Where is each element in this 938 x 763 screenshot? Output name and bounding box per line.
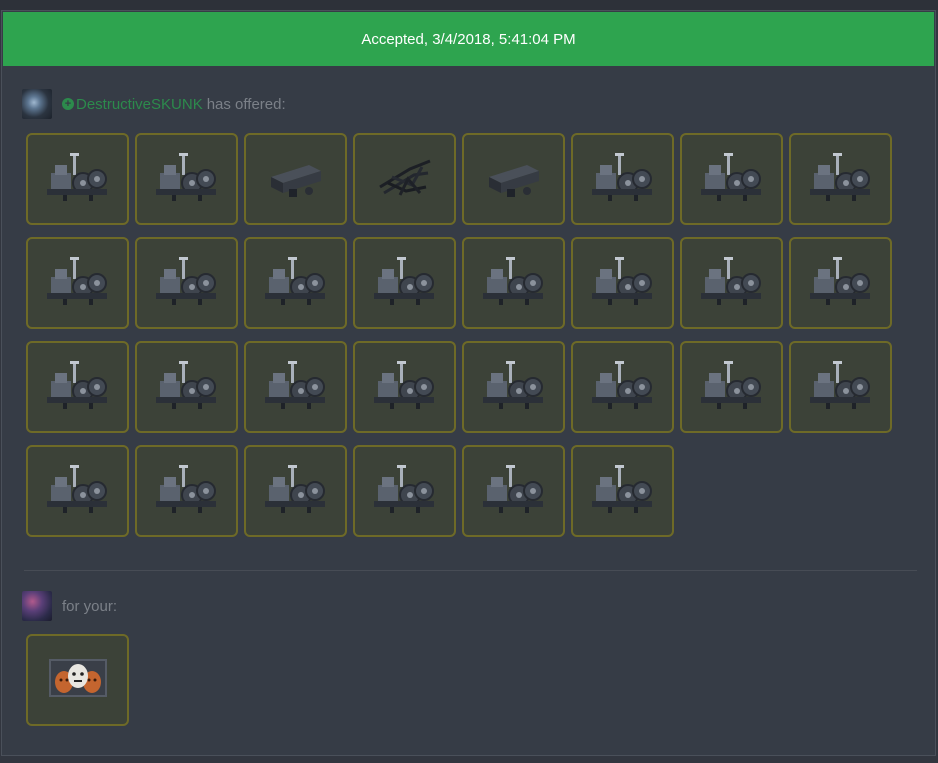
offered-item-tile[interactable] [571, 445, 674, 537]
gearbox-icon [43, 355, 113, 420]
offered-item-tile[interactable] [135, 445, 238, 537]
gearbox-icon [152, 251, 222, 316]
gearbox-icon [370, 459, 440, 524]
gearbox-icon [43, 251, 113, 316]
section-divider [24, 570, 917, 571]
status-text: Accepted, 3/4/2018, 5:41:04 PM [361, 30, 576, 48]
offered-item-tile[interactable] [244, 237, 347, 329]
gearbox-icon [370, 251, 440, 316]
gearbox-icon [261, 355, 331, 420]
offered-item-tile[interactable] [789, 341, 892, 433]
offered-item-tile[interactable] [571, 341, 674, 433]
top-strip [0, 0, 938, 10]
offered-item-tile[interactable] [462, 445, 565, 537]
offered-item-tile[interactable] [135, 133, 238, 225]
offered-item-tile[interactable] [244, 133, 347, 225]
offered-item-tile[interactable] [135, 237, 238, 329]
trade-panel: Accepted, 3/4/2018, 5:41:04 PM + Destruc… [1, 10, 936, 756]
recipient-avatar[interactable] [22, 591, 52, 621]
gearbox-icon [588, 459, 658, 524]
offered-item-tile[interactable] [353, 341, 456, 433]
gearbox-icon [370, 355, 440, 420]
gearbox-icon [152, 147, 222, 212]
offered-item-tile[interactable] [789, 133, 892, 225]
gearbox-icon [806, 355, 876, 420]
gearbox-icon [152, 355, 222, 420]
offered-item-tile[interactable] [571, 237, 674, 329]
offered-item-tile[interactable] [353, 237, 456, 329]
offered-item-tile[interactable] [135, 341, 238, 433]
gearbox-icon [697, 355, 767, 420]
offered-items-grid [26, 133, 892, 537]
gearbox-icon [697, 147, 767, 212]
gearbox-icon [152, 459, 222, 524]
offered-item-tile[interactable] [244, 445, 347, 537]
gearbox-icon [588, 251, 658, 316]
offered-item-tile[interactable] [26, 341, 129, 433]
cable-bundle-icon [370, 147, 440, 212]
rail-mount-icon [261, 147, 331, 212]
offered-item-tile[interactable] [26, 445, 129, 537]
masks-poster-icon [48, 656, 108, 705]
offerer-avatar[interactable] [22, 89, 52, 119]
gearbox-icon [588, 147, 658, 212]
offered-item-tile[interactable] [571, 133, 674, 225]
gearbox-icon [588, 355, 658, 420]
offerer-row: + DestructiveSKUNK has offered: [22, 89, 286, 119]
offered-item-tile[interactable] [462, 237, 565, 329]
offered-item-tile[interactable] [462, 133, 565, 225]
offered-item-tile[interactable] [789, 237, 892, 329]
rail-mount-icon [479, 147, 549, 212]
plus-circle-icon: + [62, 98, 74, 110]
gearbox-icon [261, 459, 331, 524]
status-banner: Accepted, 3/4/2018, 5:41:04 PM [3, 12, 934, 66]
gearbox-icon [261, 251, 331, 316]
offered-item-tile[interactable] [680, 133, 783, 225]
gearbox-icon [479, 251, 549, 316]
gearbox-icon [479, 459, 549, 524]
offer-action-label: has offered: [206, 95, 286, 113]
offerer-name: DestructiveSKUNK [76, 95, 203, 113]
received-items-grid [26, 634, 892, 726]
gearbox-icon [697, 251, 767, 316]
received-item-tile[interactable] [26, 634, 129, 726]
offered-item-tile[interactable] [462, 341, 565, 433]
gearbox-icon [806, 147, 876, 212]
recipient-row: for your: [22, 591, 117, 621]
gearbox-icon [43, 459, 113, 524]
offered-item-tile[interactable] [353, 445, 456, 537]
gearbox-icon [806, 251, 876, 316]
receive-label: for your: [62, 597, 118, 615]
offered-item-tile[interactable] [680, 237, 783, 329]
offered-item-tile[interactable] [680, 341, 783, 433]
offerer-username[interactable]: + DestructiveSKUNK [62, 96, 203, 113]
offered-item-tile[interactable] [26, 133, 129, 225]
offered-item-tile[interactable] [353, 133, 456, 225]
trade-window: Accepted, 3/4/2018, 5:41:04 PM + Destruc… [0, 0, 938, 763]
offered-item-tile[interactable] [244, 341, 347, 433]
gearbox-icon [43, 147, 113, 212]
offered-item-tile[interactable] [26, 237, 129, 329]
gearbox-icon [479, 355, 549, 420]
